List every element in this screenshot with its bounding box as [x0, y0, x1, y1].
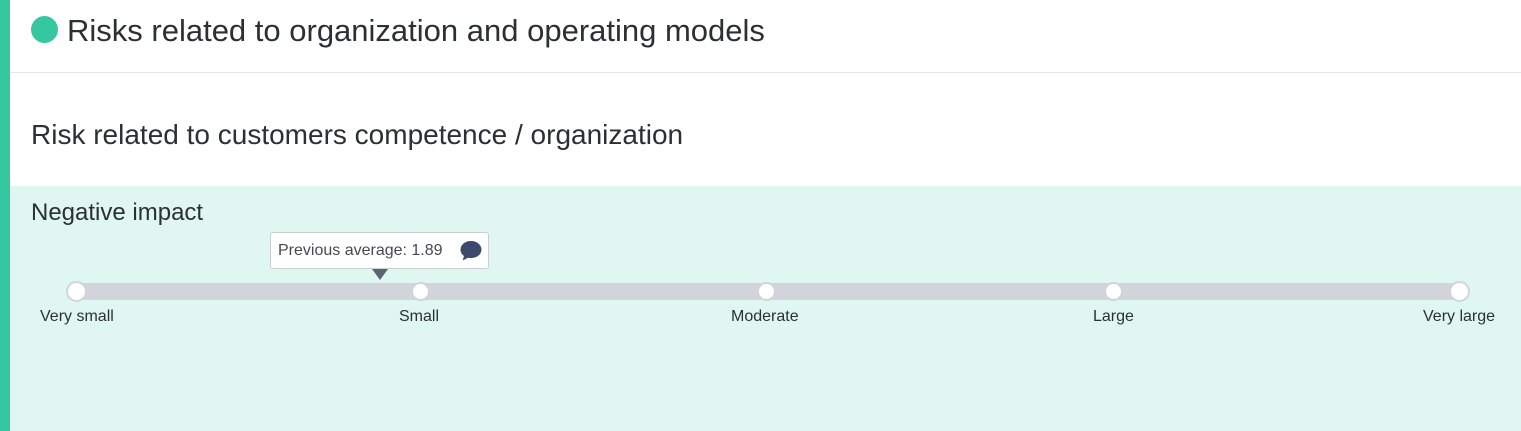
scale-point-small[interactable]	[411, 282, 430, 301]
previous-average-text: Previous average: 1.89	[278, 242, 443, 259]
scale-label-large: Large	[1093, 308, 1134, 325]
scale-point-moderate[interactable]	[757, 282, 776, 301]
section-title: Risks related to organization and operat…	[67, 13, 765, 48]
scale-label-moderate: Moderate	[731, 308, 799, 325]
scale-point-very-large[interactable]	[1449, 281, 1470, 302]
accent-bar	[0, 0, 10, 431]
impact-slider[interactable]	[66, 281, 1470, 302]
previous-average-pointer	[372, 269, 388, 280]
impact-title: Negative impact	[31, 199, 204, 226]
scale-label-small: Small	[399, 308, 440, 325]
scale-label-very-small: Very small	[40, 308, 114, 325]
section-header: Risks related to organization and operat…	[10, 0, 1521, 73]
scale-point-very-small[interactable]	[66, 281, 87, 302]
negative-impact-panel: Negative impact Previous average: 1.89 V…	[10, 186, 1521, 431]
previous-average-tooltip: Previous average: 1.89	[270, 232, 489, 269]
risk-assessment-page: Risks related to organization and operat…	[0, 0, 1521, 431]
scale-label-very-large: Very large	[1423, 308, 1496, 325]
question-title: Risk related to customers competence / o…	[31, 119, 684, 150]
comment-icon[interactable]	[459, 240, 483, 262]
status-dot-icon	[31, 16, 58, 43]
scale-point-large[interactable]	[1104, 282, 1123, 301]
